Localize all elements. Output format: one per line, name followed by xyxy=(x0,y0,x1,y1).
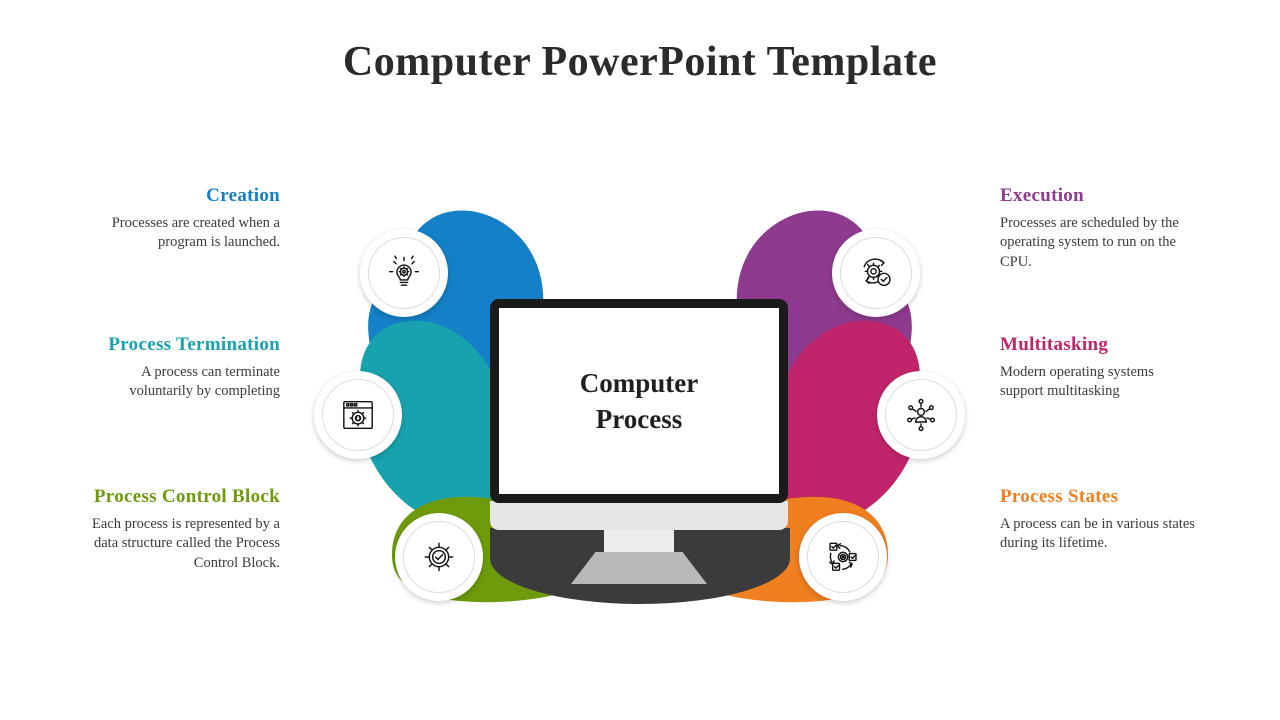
center-label-line-2: Process xyxy=(595,404,683,434)
heading-multitasking: Multitasking xyxy=(1000,334,1109,355)
gear-check-icon xyxy=(419,537,459,577)
heading-execution: Execution xyxy=(1000,185,1084,206)
icon-bubble-process-control-block[interactable] xyxy=(395,513,483,601)
body-execution: Processes are scheduled by the operating… xyxy=(1000,214,1179,270)
body-creation: Processes are created when a program is … xyxy=(111,214,280,251)
lightbulb-gear-icon xyxy=(384,253,424,293)
text-block-multitasking: Multitasking Modern operating systems su… xyxy=(1000,333,1200,402)
icon-bubble-inner xyxy=(322,379,394,451)
text-block-creation: Creation Processes are created when a pr… xyxy=(80,184,280,253)
browser-window-code-gear-icon xyxy=(338,395,378,435)
monitor-screen: Computer Process xyxy=(499,308,779,494)
monitor-stand-neck xyxy=(604,530,674,552)
body-multitasking: Modern operating systems support multita… xyxy=(1000,363,1154,400)
center-label-line-1: Computer xyxy=(579,367,699,398)
icon-bubble-inner xyxy=(403,521,475,593)
heading-process-control-block: Process Control Block xyxy=(93,486,280,507)
monitor: Computer Process xyxy=(490,299,788,503)
checkbox-cycle-gear-icon xyxy=(823,537,863,577)
icon-bubble-inner xyxy=(368,237,440,309)
icon-bubble-inner xyxy=(840,237,912,309)
text-block-process-states: Process States A process can be in vario… xyxy=(1000,485,1200,554)
body-process-termination: A process can terminate voluntarily by c… xyxy=(129,363,280,400)
icon-bubble-process-states[interactable] xyxy=(799,513,887,601)
icon-bubble-process-termination[interactable] xyxy=(314,371,402,459)
text-block-process-termination: Process Termination A process can termin… xyxy=(80,333,280,402)
body-process-control-block: Each process is represented by a data st… xyxy=(91,515,280,571)
icon-bubble-inner xyxy=(885,379,957,451)
body-process-states: A process can be in various states durin… xyxy=(1000,515,1195,552)
icon-bubble-creation[interactable] xyxy=(360,229,448,317)
icon-bubble-inner xyxy=(807,521,879,593)
icon-bubble-execution[interactable] xyxy=(832,229,920,317)
icon-bubble-multitasking[interactable] xyxy=(877,371,965,459)
person-network-icon xyxy=(901,395,941,435)
heading-process-termination: Process Termination xyxy=(108,334,280,355)
heading-creation: Creation xyxy=(206,185,280,206)
text-block-process-control-block: Process Control Block Each process is re… xyxy=(80,485,280,573)
center-label: Computer Process xyxy=(580,365,698,438)
gear-refresh-check-icon xyxy=(856,253,896,293)
text-block-execution: Execution Processes are scheduled by the… xyxy=(1000,184,1200,272)
heading-process-states: Process States xyxy=(1000,486,1119,507)
page-title: Computer PowerPoint Template xyxy=(342,39,938,85)
slide-canvas: Computer PowerPoint Template Creation Pr… xyxy=(0,0,1280,720)
monitor-chin xyxy=(490,501,788,530)
